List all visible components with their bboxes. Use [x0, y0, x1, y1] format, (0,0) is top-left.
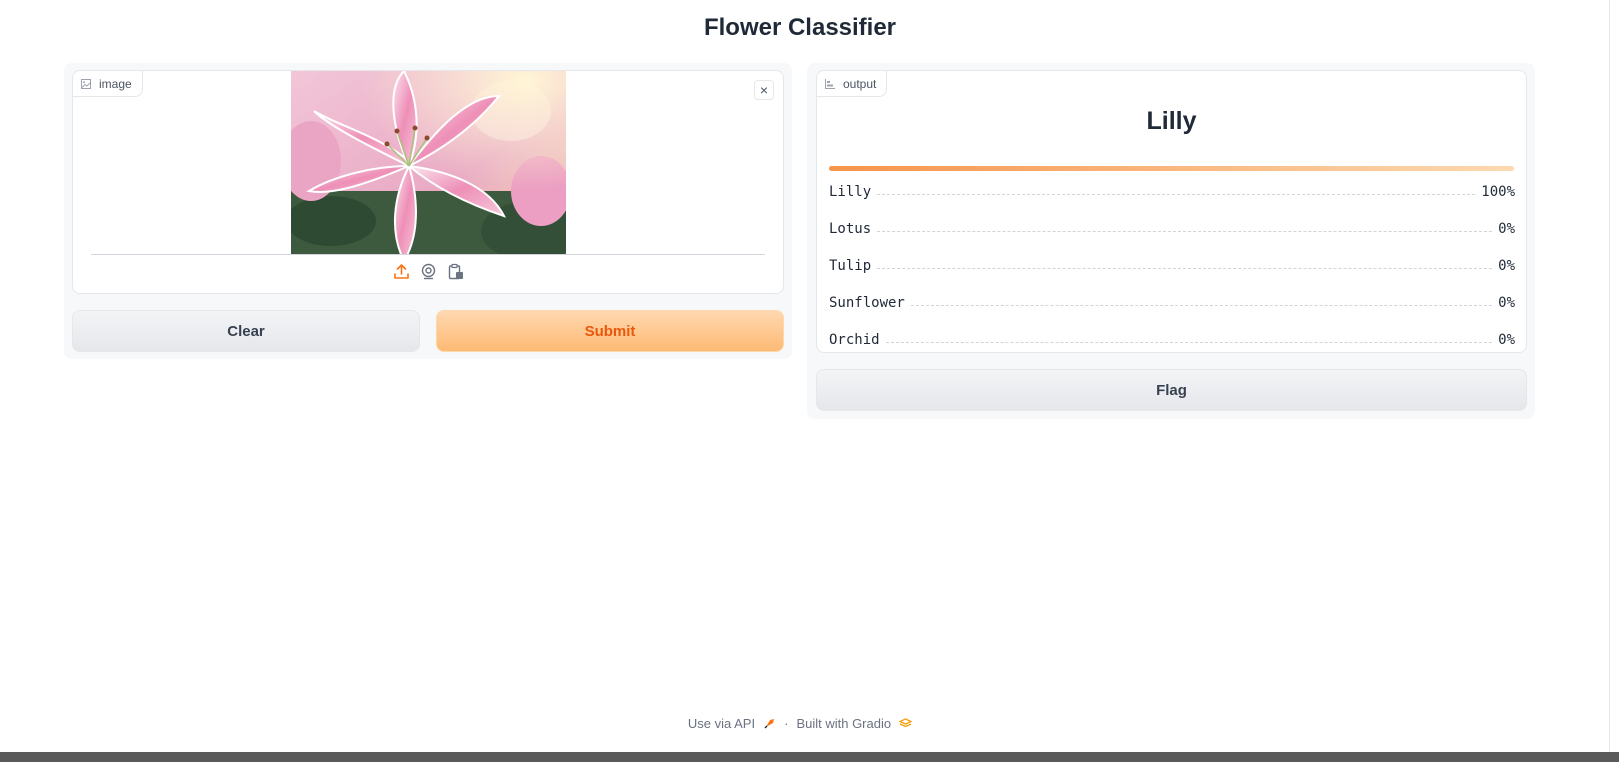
label-output: output Lilly Lilly 100% Lotus 0% Tulip 0% Sunf… [816, 70, 1527, 353]
clipboard-icon[interactable] [447, 263, 464, 280]
bar-chart-icon [825, 78, 835, 89]
dotted-leader [877, 194, 1476, 195]
confidence-label: Sunflower [829, 294, 905, 311]
image-icon [81, 78, 91, 89]
confidence-row: Orchid 0% [829, 321, 1515, 358]
footer-separator: · [784, 716, 789, 731]
page-title: Flower Classifier [703, 14, 897, 41]
image-divider [91, 254, 765, 255]
built-with-gradio-link[interactable]: Built with Gradio [796, 716, 891, 731]
confidence-row: Lotus 0% [829, 210, 1515, 247]
confidence-list: Lilly 100% Lotus 0% Tulip 0% Sunflower 0% Orchid… [829, 173, 1515, 358]
clear-button[interactable]: Clear [72, 310, 420, 352]
confidence-label: Lotus [829, 220, 872, 237]
confidence-row: Lilly 100% [829, 173, 1515, 210]
webcam-icon[interactable] [420, 263, 437, 280]
use-via-api-link[interactable]: Use via API [688, 716, 755, 731]
upload-icon[interactable] [393, 263, 410, 280]
output-label-tag: output [817, 71, 888, 97]
window-bottom-edge [0, 752, 1619, 762]
uploaded-flower-image [291, 71, 566, 254]
confidence-value: 0% [1498, 331, 1515, 348]
image-label: image [99, 76, 132, 91]
rocket-icon [764, 719, 775, 729]
confidence-row: Sunflower 0% [829, 284, 1515, 321]
confidence-label: Lilly [829, 183, 872, 200]
clear-image-button[interactable]: × [754, 80, 774, 100]
confidence-value: 0% [1498, 220, 1515, 237]
top-confidence-bar [829, 166, 1514, 171]
confidence-value: 100% [1481, 183, 1515, 200]
top-confidence-fill [829, 166, 1514, 171]
dotted-leader [910, 305, 1493, 306]
scrollbar[interactable] [1609, 0, 1619, 762]
output-panel: output Lilly Lilly 100% Lotus 0% Tulip 0% Sunf… [807, 63, 1535, 419]
close-icon: × [759, 82, 769, 98]
predicted-class: Lilly [1146, 107, 1197, 135]
dotted-leader [877, 231, 1493, 232]
dotted-leader [877, 268, 1493, 269]
gradio-logo-icon [899, 718, 913, 728]
image-label-tag: image [73, 71, 143, 97]
app-page: Flower Classifier image × Clear Submit o… [0, 0, 1609, 752]
image-input[interactable]: image × [72, 70, 784, 294]
confidence-row: Tulip 0% [829, 247, 1515, 284]
confidence-label: Tulip [829, 257, 872, 274]
confidence-label: Orchid [829, 331, 880, 348]
submit-button[interactable]: Submit [436, 310, 784, 352]
image-source-selector [73, 263, 783, 280]
flag-button[interactable]: Flag [816, 369, 1527, 411]
dotted-leader [885, 342, 1493, 343]
footer: Use via API · Built with Gradio [0, 716, 1600, 731]
output-label: output [843, 76, 877, 91]
confidence-value: 0% [1498, 257, 1515, 274]
confidence-value: 0% [1498, 294, 1515, 311]
input-panel: image × Clear Submit [64, 63, 792, 359]
